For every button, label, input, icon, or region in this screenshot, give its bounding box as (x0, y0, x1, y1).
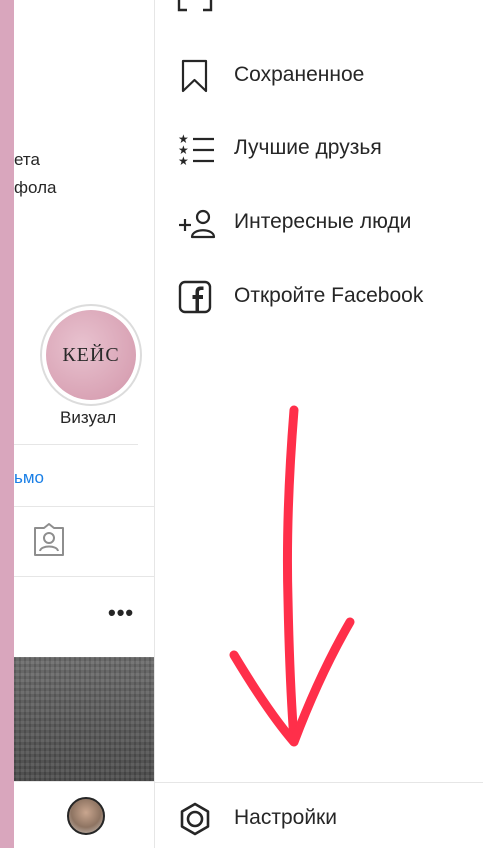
menu-item-saved[interactable]: Сохраненное (155, 50, 483, 100)
gear-icon (177, 801, 213, 836)
divider (14, 444, 138, 445)
email-button[interactable]: ьмо (14, 468, 44, 488)
menu-item-label: Лучшие друзья (234, 136, 382, 159)
add-person-icon (177, 205, 216, 239)
bio-text-line: ета (14, 150, 40, 169)
divider (14, 576, 154, 577)
menu-item-settings[interactable]: Настройки (155, 793, 483, 843)
menu-item-discover-people[interactable]: Интересные люди (155, 197, 483, 247)
menu-item-open-facebook[interactable]: Откройте Facebook (155, 271, 483, 321)
close-friends-list-icon: ★ ★ ★ (177, 131, 214, 168)
partial-menu-icon[interactable] (177, 0, 213, 16)
menu-item-close-friends[interactable]: ★ ★ ★ Лучшие друзья (155, 123, 483, 173)
bookmark-icon (177, 58, 213, 93)
highlight-cover: КЕЙС (46, 310, 136, 400)
highlight-label: Визуал (60, 408, 117, 427)
profile-avatar-tab[interactable] (67, 797, 105, 835)
tagged-photos-icon[interactable] (32, 522, 66, 563)
profile-panel: ета фола КЕЙС Визуал ьмо ••• (14, 0, 155, 848)
menu-item-label: Сохраненное (234, 63, 365, 86)
more-options-icon[interactable]: ••• (108, 600, 134, 626)
post-image[interactable] (14, 657, 154, 781)
bio-text-line: фола (14, 178, 57, 197)
menu-item-label: Откройте Facebook (234, 284, 424, 307)
svg-text:★: ★ (178, 154, 189, 167)
divider (14, 781, 154, 782)
menu-item-label: Интересные люди (234, 210, 412, 233)
story-highlight[interactable]: КЕЙС (40, 304, 142, 406)
divider (14, 506, 154, 507)
divider (155, 782, 483, 783)
menu-item-label: Настройки (234, 806, 337, 829)
facebook-icon (177, 279, 213, 314)
arrow-down-annotation (229, 405, 355, 747)
